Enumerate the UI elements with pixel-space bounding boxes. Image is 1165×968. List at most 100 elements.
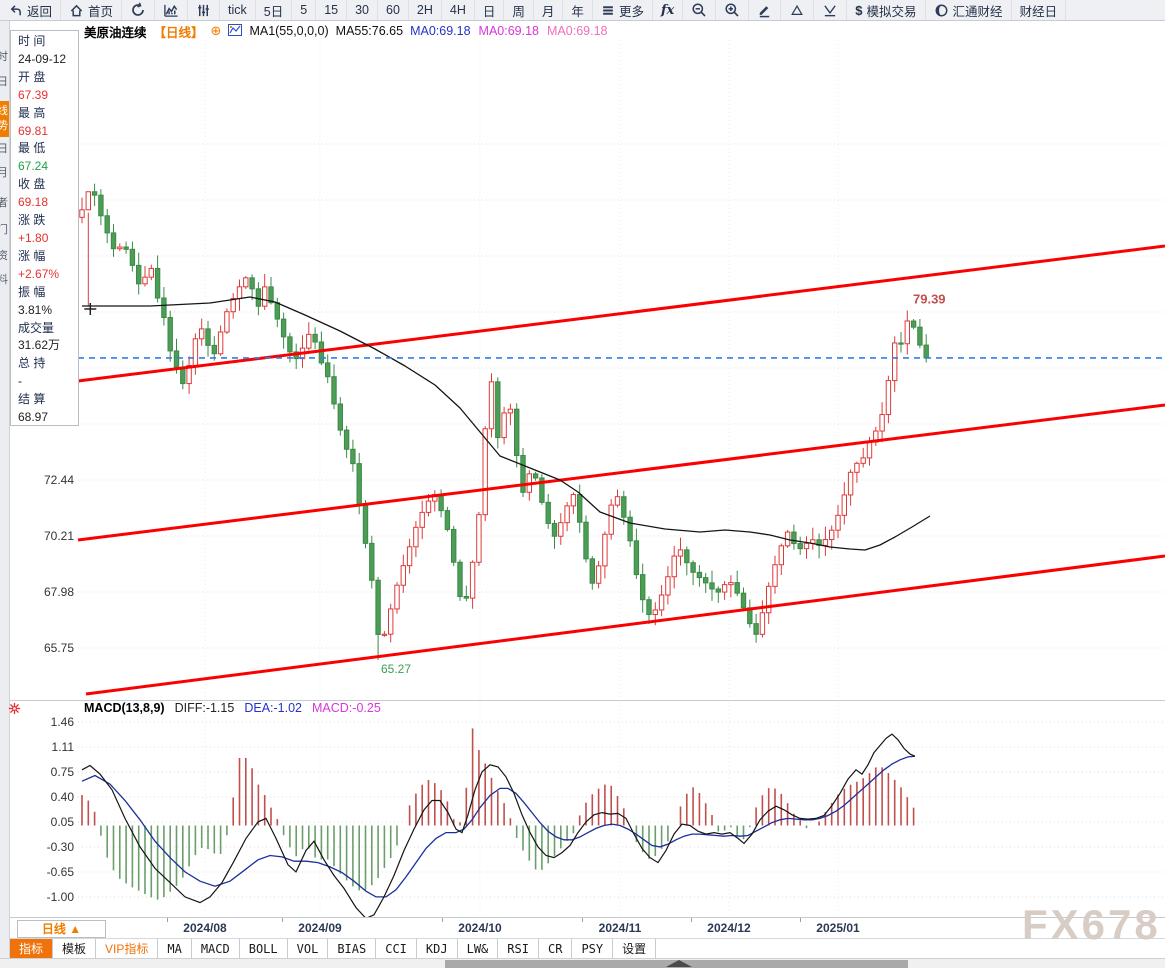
macd-chart-canvas[interactable] [0, 700, 1165, 918]
toolbar-refresh[interactable] [122, 0, 156, 20]
tab-VIP指标[interactable]: VIP指标 [96, 939, 159, 958]
date-axis-label: 2024/11 [598, 921, 642, 935]
toolbar-more[interactable]: 更多 [593, 0, 653, 20]
ma55-value: MA55:76.65 [335, 24, 404, 38]
toolbar-monthly[interactable]: 月 [534, 0, 564, 20]
toolbar-home[interactable]: 首页 [61, 0, 123, 20]
symbol-header: 美原油连续 【日线】 ⊕ MA1(55,0,0,0) MA55:76.65 MA… [84, 22, 615, 41]
toolbar-triangle-down[interactable] [814, 0, 848, 20]
tab-指标[interactable]: 指标 [10, 939, 54, 958]
tab-MACD[interactable]: MACD [192, 939, 240, 958]
horizontal-scrollbar[interactable] [0, 958, 1165, 968]
mini-chart-icon [228, 23, 243, 39]
toolbar-indicator-settings[interactable] [188, 0, 221, 20]
toolbar-yearly-label: 年 [571, 4, 584, 19]
symbol-period[interactable]: 【日线】 [154, 22, 204, 41]
strip-item[interactable]: 时 [0, 51, 9, 63]
tab-LW&[interactable]: LW& [458, 939, 499, 958]
toolbar-tick[interactable]: tick [220, 0, 256, 20]
info-label: 涨 跌 [18, 213, 46, 228]
ma-values: MA0:69.18 MA0:69.18 MA0:69.18 [410, 24, 615, 38]
toolbar-weekly-label: 周 [512, 4, 525, 19]
scrollbar-arrow-icon[interactable] [666, 960, 692, 967]
price-axis-tick: 70.21 [43, 529, 74, 543]
toolbar-60min[interactable]: 60 [378, 0, 409, 20]
info-label: 时 间 [18, 34, 46, 48]
period-selector[interactable]: 日线 ▲ [17, 920, 106, 938]
ma-settings-label: MA1(55,0,0,0) [249, 24, 329, 38]
indicator-settings-icon[interactable] [7, 701, 22, 721]
macd-title: MACD(13,8,9) [84, 701, 165, 715]
toolbar-daily[interactable]: 日 [475, 0, 505, 20]
price-axis-tick: 72.44 [43, 473, 74, 487]
price-chart-canvas[interactable]: 79.39 65.27 [0, 20, 1165, 700]
toolbar-zoom-out[interactable] [683, 0, 717, 20]
pencil-icon [757, 2, 772, 18]
tab-BIAS[interactable]: BIAS [328, 939, 377, 958]
toolbar-back[interactable]: 返回 [0, 0, 62, 20]
toolbar-2h[interactable]: 2H [409, 0, 442, 20]
strip-item[interactable]: 门 [0, 224, 9, 236]
toolbar-chart-type[interactable] [155, 0, 189, 20]
toolbar-15min-label: 15 [324, 3, 339, 17]
strip-item[interactable]: 月 [0, 167, 9, 179]
strip-item[interactable]: 料 [0, 274, 9, 286]
back-arrow-icon [8, 3, 23, 18]
info-value: 68.97 [18, 410, 49, 425]
tab-VOL[interactable]: VOL [288, 939, 329, 958]
toolbar-zoom-in[interactable] [716, 0, 750, 20]
strip-item[interactable]: 势 [0, 120, 9, 132]
tab-KDJ[interactable]: KDJ [417, 939, 458, 958]
toolbar-fx678-site-label: 汇通财经 [952, 4, 1003, 19]
tab-CR[interactable]: CR [539, 939, 573, 958]
tab-CCI[interactable]: CCI [376, 939, 417, 958]
toolbar-5d[interactable]: 5日 [256, 0, 293, 20]
strip-item[interactable]: 日 [0, 76, 9, 88]
month-tick [800, 918, 801, 922]
symbol-name: 美原油连续 [84, 25, 147, 40]
info-value: 31.62万 [18, 338, 61, 353]
tab-BOLL[interactable]: BOLL [240, 939, 288, 958]
tab-设置[interactable]: 设置 [613, 939, 657, 958]
left-sidebar-strip[interactable]: 时日线势日月者门资料 [0, 21, 10, 958]
strip-item[interactable]: 者 [0, 197, 9, 209]
trend-channel-lines[interactable] [77, 244, 1165, 696]
candlestick-series [79, 183, 929, 661]
quote-info-panel: 时 间 24-09-12 开 盘 67.39 最 高 69.81 最 低 67.24 收 盘 69… [10, 30, 79, 426]
date-axis-label: 2024/10 [458, 921, 502, 935]
toolbar-draw[interactable] [749, 0, 782, 20]
toolbar-5min-label: 5 [300, 3, 308, 17]
info-label: 总 持 [18, 356, 46, 371]
toolbar-30min[interactable]: 30 [347, 0, 378, 20]
date-axis-label: 2024/08 [183, 921, 227, 935]
date-axis-label: 2025/01 [816, 921, 860, 935]
strip-item[interactable]: 日 [0, 143, 9, 155]
toolbar-fin-calendar[interactable]: 财经日 [1012, 0, 1067, 20]
toolbar-4h[interactable]: 4H [442, 0, 475, 20]
sliders-icon [196, 3, 211, 18]
macd-axis-tick: -0.65 [46, 865, 74, 879]
info-label: 成交量 [18, 320, 55, 335]
tab-RSI[interactable]: RSI [498, 939, 539, 958]
toolbar-5min[interactable]: 5 [292, 0, 317, 20]
info-label: 涨 幅 [18, 248, 46, 263]
info-label: 开 盘 [18, 69, 46, 84]
toolbar-triangle-up[interactable] [781, 0, 815, 20]
tab-MA[interactable]: MA [158, 939, 192, 958]
toolbar-30min-label: 30 [355, 3, 369, 17]
tab-模板[interactable]: 模板 [53, 939, 97, 958]
toolbar-sim-trading[interactable]: $ 模拟交易 [847, 0, 926, 20]
date-axis-label: 2024/12 [707, 921, 751, 935]
strip-item[interactable]: 资 [0, 250, 9, 262]
toolbar-15min[interactable]: 15 [316, 0, 348, 20]
toolbar-fx-functions[interactable]: fx [653, 0, 684, 20]
toolbar-yearly[interactable]: 年 [563, 0, 593, 20]
toolbar-fx678-site[interactable]: 汇通财经 [926, 0, 1012, 20]
toolbar-weekly[interactable]: 周 [504, 0, 534, 20]
strip-item[interactable]: 线 [0, 105, 9, 117]
refresh-icon [130, 2, 146, 18]
dea-line [81, 755, 916, 898]
toolbar-60min-label: 60 [386, 3, 400, 17]
add-compare-icon[interactable]: ⊕ [211, 23, 222, 39]
tab-PSY[interactable]: PSY [572, 939, 614, 958]
